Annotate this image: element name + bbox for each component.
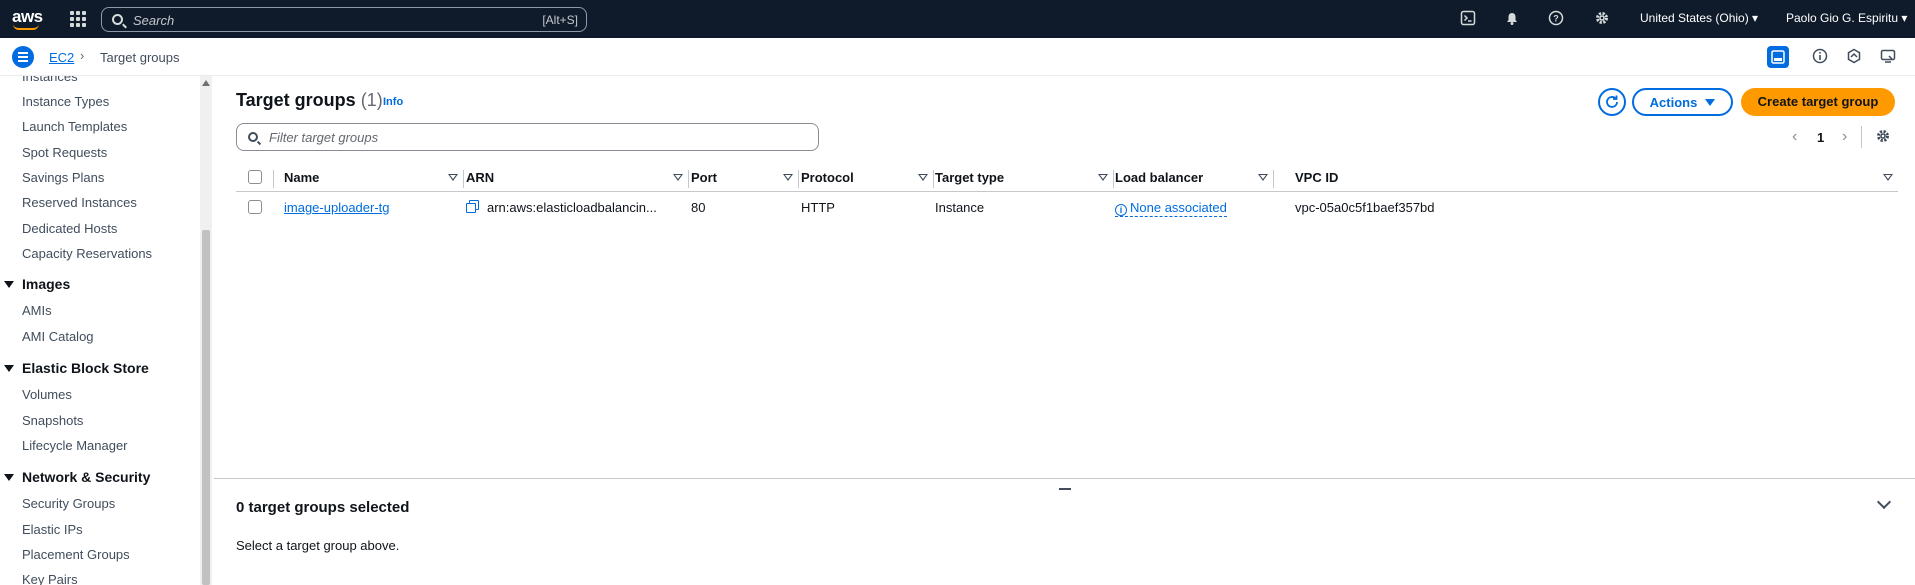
divider	[1861, 126, 1862, 148]
actions-dropdown-button[interactable]: Actions	[1632, 88, 1733, 116]
cloudshell-icon[interactable]	[1459, 10, 1477, 28]
sidebar-item-instance-types[interactable]: Instance Types	[22, 94, 109, 109]
search-icon	[248, 132, 258, 142]
scroll-up-arrow-icon[interactable]	[202, 80, 210, 86]
split-panel: 0 target groups selected Select a target…	[214, 478, 1915, 585]
sidebar-item-ami-catalog[interactable]: AMI Catalog	[22, 329, 94, 344]
gear-icon[interactable]	[1593, 10, 1611, 28]
sidebar-item-security-groups[interactable]: Security Groups	[22, 496, 115, 511]
target-group-name-link[interactable]: image-uploader-tg	[284, 200, 390, 215]
sidebar-item-reserved-instances[interactable]: Reserved Instances	[22, 195, 137, 210]
top-navigation: aws Search [Alt+S] ? United States (Ohio…	[0, 0, 1915, 38]
table-row[interactable]: image-uploader-tg arn:aws:elasticloadbal…	[236, 193, 1898, 221]
sidebar-item-savings-plans[interactable]: Savings Plans	[22, 170, 104, 185]
sidebar-item-spot-requests[interactable]: Spot Requests	[22, 145, 107, 160]
column-header-vpc-id[interactable]: VPC ID	[1295, 170, 1338, 185]
select-all-checkbox[interactable]	[248, 170, 262, 184]
sidebar-section-images[interactable]: Images	[4, 276, 70, 292]
create-target-group-button[interactable]: Create target group	[1741, 88, 1895, 116]
sidebar-item-elastic-ips[interactable]: Elastic IPs	[22, 522, 83, 537]
caret-down-icon	[4, 474, 14, 481]
chevron-left-icon[interactable]: ‹	[1792, 128, 1797, 146]
sort-icon[interactable]	[1883, 174, 1893, 181]
vpc-id-value: vpc-05a0c5f1baef357bd	[1295, 200, 1435, 215]
caret-down-icon	[1705, 98, 1716, 106]
sidebar-item-lifecycle-manager[interactable]: Lifecycle Manager	[22, 438, 128, 453]
breadcrumb-current: Target groups	[100, 50, 180, 65]
aws-logo[interactable]: aws	[12, 7, 43, 30]
sidebar-item-placement-groups[interactable]: Placement Groups	[22, 547, 130, 562]
column-header-load-balancer[interactable]: Load balancer	[1115, 170, 1203, 185]
info-panel-icon[interactable]	[1811, 48, 1829, 66]
refresh-icon	[1606, 95, 1618, 108]
sidebar-item-dedicated-hosts[interactable]: Dedicated Hosts	[22, 221, 117, 236]
info-icon: i	[1115, 204, 1127, 216]
page-title: Target groups (1)	[236, 90, 383, 110]
page-number[interactable]: 1	[1817, 130, 1824, 145]
protocol-value: HTTP	[801, 200, 835, 215]
scrollbar-thumb[interactable]	[202, 230, 210, 585]
refresh-button[interactable]	[1598, 88, 1626, 116]
target-group-count: (1)	[360, 90, 383, 110]
sidebar-scrollbar[interactable]	[200, 76, 212, 585]
split-panel-text: Select a target group above.	[236, 538, 400, 553]
sidebar-item-key-pairs[interactable]: Key Pairs	[22, 572, 78, 585]
chevron-right-icon: ›	[80, 48, 85, 63]
side-navigation: Instances Instance Types Launch Template…	[0, 76, 204, 585]
svg-text:?: ?	[1553, 14, 1559, 24]
column-header-protocol[interactable]: Protocol	[801, 170, 854, 185]
caret-down-icon	[4, 365, 14, 372]
notifications-panel-icon[interactable]	[1879, 48, 1897, 66]
bell-icon[interactable]	[1503, 10, 1521, 28]
breadcrumb-bar: EC2 › Target groups	[0, 38, 1915, 76]
sidebar-item-amis[interactable]: AMIs	[22, 303, 52, 318]
split-panel-title: 0 target groups selected	[236, 499, 410, 516]
sort-icon[interactable]	[448, 174, 458, 181]
global-search-input[interactable]: Search [Alt+S]	[101, 7, 587, 32]
help-icon[interactable]: ?	[1547, 10, 1565, 28]
sidebar-item-capacity-reservations[interactable]: Capacity Reservations	[22, 246, 152, 261]
sort-icon[interactable]	[1258, 174, 1268, 181]
search-shortcut: [Alt+S]	[542, 13, 578, 27]
info-link[interactable]: Info	[383, 96, 403, 108]
load-balancer-popover[interactable]: i None associated	[1115, 200, 1227, 217]
filter-target-groups-input[interactable]: Filter target groups	[236, 123, 819, 151]
table-preferences-gear-icon[interactable]	[1875, 128, 1891, 149]
region-selector[interactable]: United States (Ohio) ▾	[1640, 11, 1758, 25]
main-content: Target groups (1) Info Actions Create ta…	[214, 76, 1915, 478]
sort-icon[interactable]	[1098, 174, 1108, 181]
target-type-value: Instance	[935, 200, 985, 215]
sidebar-item-volumes[interactable]: Volumes	[22, 387, 72, 402]
filter-placeholder: Filter target groups	[269, 130, 379, 145]
row-checkbox[interactable]	[248, 200, 262, 214]
account-menu[interactable]: Paolo Gio G. Espiritu ▾	[1786, 11, 1907, 25]
sidebar-item-launch-templates[interactable]: Launch Templates	[22, 119, 127, 134]
hexagon-settings-icon[interactable]	[1845, 48, 1863, 66]
search-icon	[112, 14, 123, 25]
sidebar-section-elastic-block-store[interactable]: Elastic Block Store	[4, 360, 149, 376]
column-header-name[interactable]: Name	[284, 170, 319, 185]
copy-icon[interactable]	[466, 200, 480, 214]
table-header: Name ARN Port Protocol Target type Load …	[236, 164, 1898, 192]
caret-down-icon	[4, 281, 14, 288]
sort-icon[interactable]	[918, 174, 928, 181]
column-header-arn[interactable]: ARN	[466, 170, 494, 185]
sidebar-section-network-security[interactable]: Network & Security	[4, 469, 150, 485]
column-header-port[interactable]: Port	[691, 170, 717, 185]
sort-icon[interactable]	[673, 174, 683, 181]
port-value: 80	[691, 200, 706, 215]
search-placeholder: Search	[133, 13, 175, 28]
sidebar-item-instances[interactable]: Instances	[22, 76, 78, 84]
arn-value: arn:aws:elasticloadbalancin...	[487, 200, 657, 215]
chevron-right-icon[interactable]: ›	[1842, 128, 1847, 146]
resize-handle[interactable]	[1059, 488, 1071, 490]
side-nav-toggle-button[interactable]	[12, 46, 34, 68]
breadcrumb-ec2-link[interactable]: EC2	[49, 50, 74, 65]
column-header-target-type[interactable]: Target type	[935, 170, 1004, 185]
services-grid-icon[interactable]	[70, 11, 86, 27]
sidebar-item-snapshots[interactable]: Snapshots	[22, 413, 83, 428]
split-panel-toggle-icon[interactable]	[1767, 46, 1789, 68]
chevron-down-icon[interactable]	[1876, 494, 1892, 510]
sort-icon[interactable]	[783, 174, 793, 181]
